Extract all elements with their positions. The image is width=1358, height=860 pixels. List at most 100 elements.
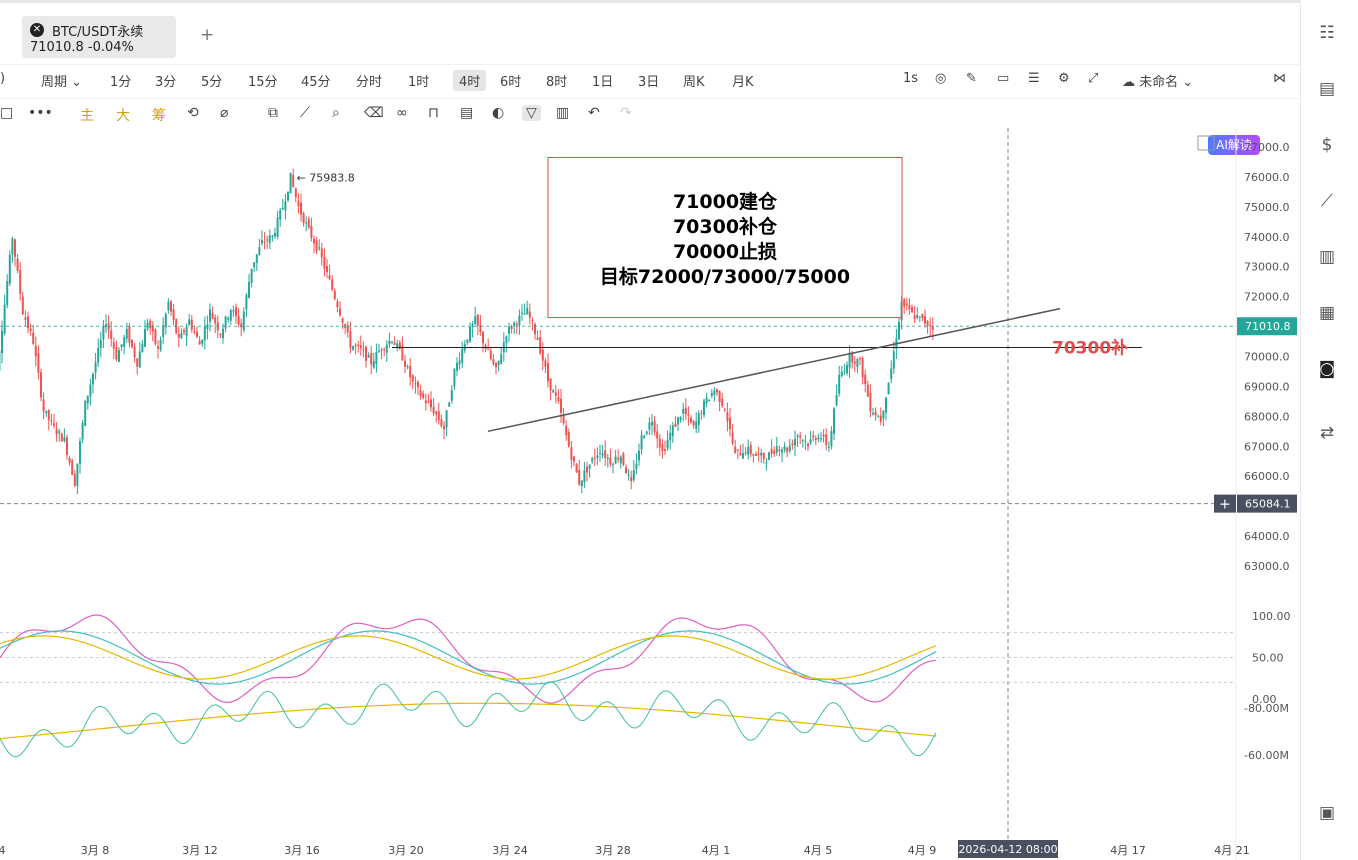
link-icon[interactable]: ∞ bbox=[396, 105, 408, 121]
candle-body bbox=[898, 321, 900, 340]
period-11[interactable]: 3日 bbox=[638, 71, 659, 90]
candle-body bbox=[835, 395, 838, 406]
magnet-icon[interactable]: ◐ bbox=[492, 105, 504, 121]
candle-body bbox=[354, 345, 357, 347]
eraser-icon[interactable]: ⌫ bbox=[364, 105, 384, 121]
candle-body bbox=[500, 354, 503, 364]
crosshair-plus-icon: + bbox=[1219, 497, 1231, 513]
redo-icon[interactable]: ↷ bbox=[620, 105, 632, 121]
candle-body bbox=[188, 319, 191, 325]
symbol-tab[interactable]: ✕ BTC/USDT永续 71010.8 -0.04% bbox=[22, 16, 176, 58]
period-12[interactable]: 周K bbox=[683, 71, 705, 90]
chart-bars-icon[interactable]: ▥ bbox=[1316, 246, 1338, 268]
ruler-icon[interactable]: ⟋ bbox=[300, 105, 310, 121]
period-10[interactable]: 1日 bbox=[592, 71, 613, 90]
period-6[interactable]: 1时 bbox=[408, 71, 429, 90]
period-2[interactable]: 5分 bbox=[201, 71, 222, 90]
candle-body bbox=[92, 373, 94, 385]
period-0[interactable]: 1分 bbox=[110, 71, 131, 90]
zoom-icon[interactable]: ⌕ bbox=[332, 105, 340, 121]
candle-body bbox=[385, 344, 388, 353]
panel-icon[interactable]: ▣ bbox=[1316, 802, 1338, 824]
stack-icon[interactable]: ▦ bbox=[1316, 302, 1338, 324]
indicator-main[interactable]: 主 bbox=[80, 105, 94, 125]
candle-body bbox=[255, 254, 258, 263]
candle-body bbox=[830, 431, 833, 447]
dollar-doc-icon[interactable]: $ bbox=[1316, 134, 1338, 156]
comment-icon[interactable]: ▭ bbox=[997, 71, 1009, 86]
edit-icon[interactable]: ▤ bbox=[460, 105, 473, 121]
x-tick-label: 4月 9 bbox=[908, 844, 937, 857]
candle-body bbox=[466, 339, 469, 343]
undo-icon[interactable]: ↶ bbox=[588, 105, 600, 121]
candle-body bbox=[471, 323, 474, 328]
cycle-dropdown[interactable]: 周期 ⌄ bbox=[41, 71, 82, 90]
candle-body bbox=[253, 262, 256, 267]
more-icon[interactable]: ••• bbox=[28, 105, 53, 121]
copy-icon[interactable]: ⧉ bbox=[268, 105, 278, 121]
candle-body bbox=[523, 313, 526, 315]
candle-body bbox=[89, 384, 92, 397]
period-3[interactable]: 15分 bbox=[248, 71, 278, 90]
period-13[interactable]: 月K bbox=[732, 71, 754, 90]
layout-name-dropdown[interactable]: ☁ 未命名 ⌄ bbox=[1122, 71, 1193, 90]
candle-body bbox=[237, 316, 240, 325]
candle-body bbox=[456, 362, 458, 371]
candle-body bbox=[66, 437, 68, 455]
fullscreen-icon[interactable]: ⤢ bbox=[1088, 71, 1098, 86]
y-tick-label: 77000.0 bbox=[1244, 141, 1290, 154]
camera-icon[interactable]: ◎ bbox=[935, 71, 946, 86]
indicator-chip[interactable]: 筹 bbox=[152, 105, 166, 125]
y-tick-label: 72000.0 bbox=[1244, 291, 1290, 304]
add-tab-icon[interactable]: + bbox=[200, 25, 214, 45]
candle-body bbox=[19, 269, 22, 294]
square-tool-icon[interactable]: □ bbox=[0, 105, 13, 121]
period-5[interactable]: 分时 bbox=[356, 71, 382, 90]
list-icon[interactable]: ☰ bbox=[1028, 71, 1040, 86]
chart-line-icon[interactable]: ⟋ bbox=[1316, 190, 1338, 212]
candle-body bbox=[864, 374, 867, 385]
candle-body bbox=[690, 417, 692, 423]
layout-name: 未命名 bbox=[1139, 75, 1179, 90]
candle-body bbox=[562, 415, 565, 424]
current-price-text: 71010.8 bbox=[1245, 320, 1291, 333]
candle-body bbox=[16, 258, 19, 271]
period-4[interactable]: 45分 bbox=[301, 71, 331, 90]
candle-body bbox=[469, 326, 471, 342]
pen-icon[interactable]: ✎ bbox=[966, 71, 977, 86]
sync-icon[interactable]: ⟲ bbox=[187, 105, 199, 121]
candle-body bbox=[757, 453, 760, 455]
exchange-icon[interactable]: ⇄ bbox=[1316, 422, 1338, 444]
candle-body bbox=[664, 449, 666, 451]
candle-body bbox=[508, 326, 510, 334]
candle-body bbox=[658, 438, 661, 448]
support-line-label: 70300补 bbox=[1052, 338, 1128, 359]
layout-icon[interactable]: ☷ bbox=[1316, 22, 1338, 44]
candle-body bbox=[807, 443, 809, 447]
crosshair-time-text: 2026-04-12 08:00 bbox=[958, 843, 1057, 856]
brush-icon[interactable]: ⌀ bbox=[220, 105, 228, 121]
candle-body bbox=[14, 239, 16, 257]
filter-icon[interactable]: ▽ bbox=[522, 105, 541, 121]
lock-icon[interactable]: ⊓ bbox=[428, 105, 439, 121]
robot-icon[interactable]: ◙ bbox=[1316, 358, 1338, 380]
candle-body bbox=[118, 350, 120, 362]
candle-body bbox=[440, 419, 443, 427]
speed-button[interactable]: 1s bbox=[903, 71, 918, 86]
share-icon[interactable]: ⋈ bbox=[1273, 71, 1286, 86]
period-1[interactable]: 3分 bbox=[155, 71, 176, 90]
candle-body bbox=[606, 457, 609, 459]
x-tick-label: 4 bbox=[0, 844, 6, 857]
candle-body bbox=[755, 454, 757, 456]
period-7[interactable]: 4时 bbox=[453, 70, 487, 91]
document-icon[interactable]: ▤ bbox=[1316, 78, 1338, 100]
period-8[interactable]: 6时 bbox=[500, 71, 521, 90]
candle-body bbox=[549, 378, 552, 391]
x-tick-label: 4月 17 bbox=[1110, 844, 1146, 857]
trash-icon[interactable]: ▥ bbox=[556, 105, 569, 121]
candle-body bbox=[601, 453, 604, 456]
settings-icon[interactable]: ⚙ bbox=[1058, 71, 1070, 86]
period-9[interactable]: 8时 bbox=[546, 71, 567, 90]
candle-body bbox=[492, 359, 495, 365]
indicator-big[interactable]: 大 bbox=[116, 105, 130, 125]
